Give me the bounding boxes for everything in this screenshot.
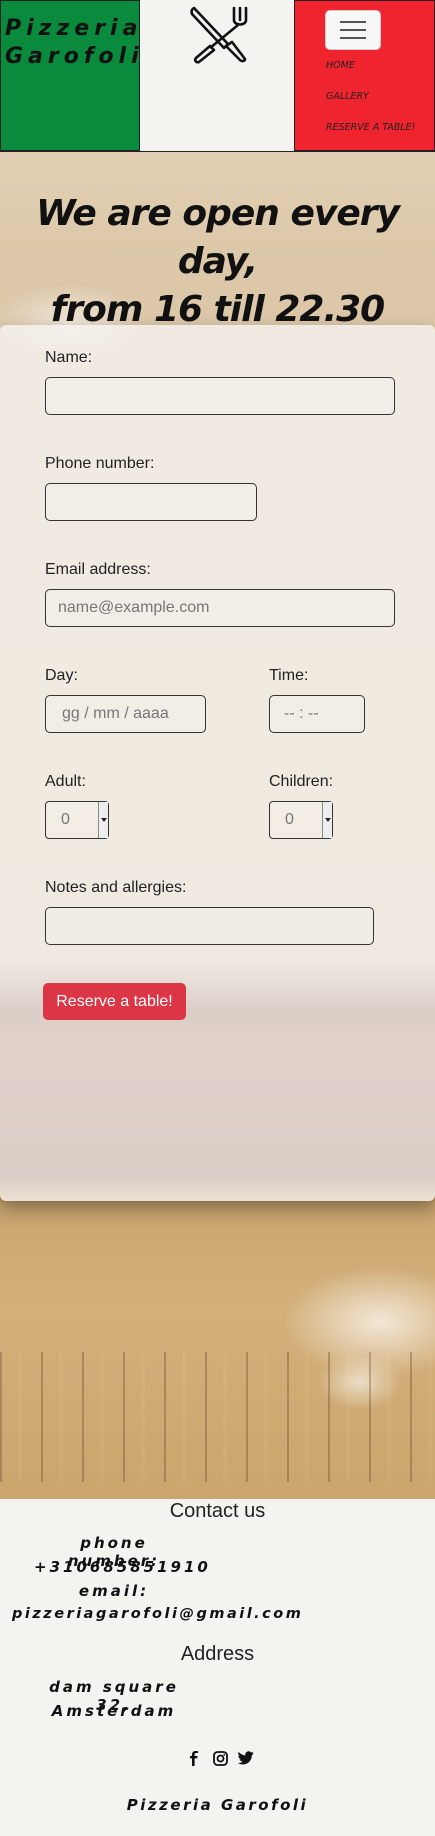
opening-hours-headline: We are open every day, from 16 till 22.3… xyxy=(0,190,435,334)
brand-line-1: Pizzeria xyxy=(5,16,143,41)
address-heading: Address xyxy=(180,1643,255,1665)
nav-item-home[interactable]: HOME xyxy=(326,59,415,90)
adult-label: Adult: xyxy=(45,773,86,790)
day-date-input[interactable]: gg / mm / aaaa xyxy=(45,695,206,733)
facebook-icon[interactable] xyxy=(186,1750,202,1766)
hamburger-menu-icon xyxy=(340,21,366,23)
phone-number-value[interactable]: +310685851910 xyxy=(34,1558,208,1576)
wood-planks xyxy=(0,1352,435,1482)
email-input[interactable]: name@example.com xyxy=(45,589,395,627)
nav-menu: HOME GALLERY RESERVE A TABLE! xyxy=(326,59,415,152)
brand-name[interactable]: Pizzeria Garofoli xyxy=(5,15,144,71)
day-label: Day: xyxy=(45,667,78,684)
children-label: Children: xyxy=(269,773,334,790)
notes-label: Notes and allergies: xyxy=(45,879,187,896)
brand-line-2: Garofoli xyxy=(5,44,144,69)
phone-label: Phone number: xyxy=(45,455,155,472)
flag-red-panel: HOME GALLERY RESERVE A TABLE! xyxy=(294,0,435,151)
adult-value: 0 xyxy=(61,811,70,828)
footer-brand: Pizzeria Garofoli xyxy=(126,1796,309,1814)
headline-line-1: We are open every day, xyxy=(36,193,400,282)
nav-item-reserve[interactable]: RESERVE A TABLE! xyxy=(326,121,415,152)
address-line-2: Amsterdam xyxy=(51,1702,177,1720)
name-input[interactable] xyxy=(45,377,395,415)
site-header: Pizzeria Garofoli HOME GALLERY RESERVE A… xyxy=(0,0,435,152)
instagram-icon[interactable] xyxy=(212,1750,228,1766)
phone-input[interactable] xyxy=(45,483,257,521)
hamburger-menu-button[interactable] xyxy=(325,10,381,50)
email-label-footer: email: xyxy=(78,1582,150,1600)
nav-item-gallery[interactable]: GALLERY xyxy=(326,90,415,121)
email-label: Email address: xyxy=(45,561,151,578)
notes-input[interactable] xyxy=(45,907,374,945)
site-footer: Contact us phone number: +310685851910 e… xyxy=(0,1499,435,1836)
flag-white-panel xyxy=(140,0,294,151)
children-select[interactable]: 0 xyxy=(269,801,333,839)
time-label: Time: xyxy=(269,667,309,684)
twitter-icon[interactable] xyxy=(238,1750,254,1766)
adult-spinner-icon[interactable] xyxy=(98,802,108,838)
children-spinner-icon[interactable] xyxy=(322,802,332,838)
social-links xyxy=(186,1750,254,1766)
name-label: Name: xyxy=(45,349,93,366)
adult-select[interactable]: 0 xyxy=(45,801,109,839)
children-value: 0 xyxy=(285,811,294,828)
time-input[interactable]: -- : -- xyxy=(269,695,365,733)
crossed-knife-fork-icon xyxy=(190,6,248,64)
reserve-table-button[interactable]: Reserve a table! xyxy=(43,983,186,1020)
contact-heading: Contact us xyxy=(169,1500,266,1522)
flag-green-panel: Pizzeria Garofoli xyxy=(0,0,140,151)
email-value-footer[interactable]: pizzeriagarofoli@gmail.com xyxy=(12,1606,301,1622)
